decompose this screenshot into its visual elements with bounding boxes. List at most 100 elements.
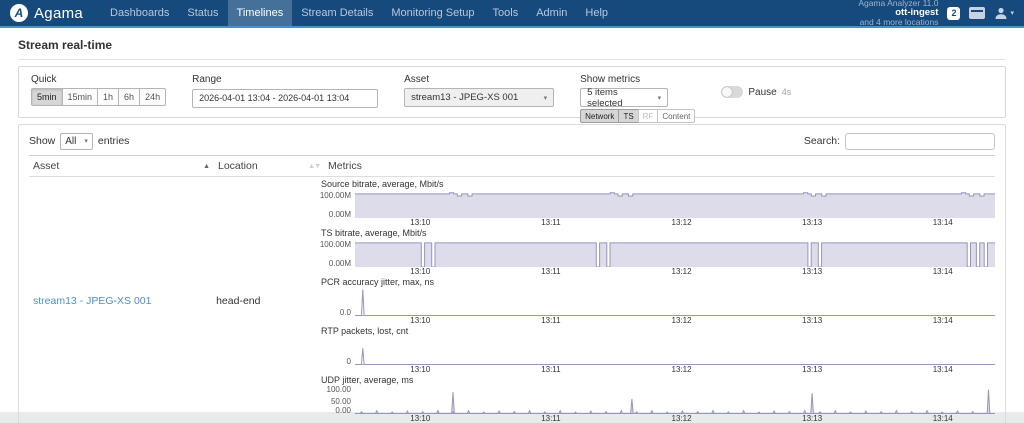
xtick-label: 13:10	[405, 218, 435, 228]
pause-toggle[interactable]	[721, 86, 743, 98]
column-header-location[interactable]: Location ▲▼	[214, 156, 324, 176]
xtick-label: 13:10	[405, 414, 435, 423]
toggle-content-button[interactable]: Content	[657, 109, 695, 123]
quick-label: Quick	[31, 74, 166, 85]
chart-plot-rtp-lost[interactable]	[355, 337, 995, 365]
chart-xaxis-source-bitrate: 13:10 13:11 13:12 13:13 13:14	[355, 218, 995, 228]
ytick-label: 0	[347, 358, 351, 366]
metrics-charts: Source bitrate, average, Mbit/s 100.00M 0.…	[321, 177, 995, 423]
pause-group: Pause 4s	[721, 86, 791, 98]
table-header: Asset ▲ Location ▲▼ Metrics	[29, 155, 995, 177]
xtick-label: 13:12	[667, 365, 697, 375]
xtick-label: 13:12	[667, 267, 697, 277]
range-label: Range	[192, 74, 378, 85]
xtick-label: 13:11	[536, 218, 566, 228]
asset-link[interactable]: stream13 - JPEG-XS 001	[33, 295, 151, 307]
chart-rtp-lost: RTP packets, lost, cnt013:1013:1113:1213…	[321, 326, 995, 375]
chart-udp-jitter: UDP jitter, average, ms100.0050.000.0013…	[321, 375, 995, 423]
chart-xaxis-ts-bitrate: 13:1013:1113:1213:1313:14	[355, 267, 995, 277]
ytick-label: 50.00	[331, 398, 351, 406]
nav-item-tools[interactable]: Tools	[484, 0, 528, 26]
xtick-label: 13:10	[405, 316, 435, 326]
nav-item-help[interactable]: Help	[576, 0, 617, 26]
asset-select[interactable]: stream13 - JPEG-XS 001 ▾	[404, 88, 554, 107]
ytick-label: 100.00M	[320, 192, 351, 200]
xtick-label: 13:14	[928, 316, 958, 326]
asset-group: Asset stream13 - JPEG-XS 001 ▾	[404, 74, 554, 107]
quick-1h-button[interactable]: 1h	[97, 88, 118, 106]
search-input[interactable]	[845, 133, 995, 150]
xtick-label: 13:13	[797, 414, 827, 423]
column-header-asset[interactable]: Asset ▲	[29, 156, 214, 176]
show-metrics-value: 5 items selected	[587, 87, 649, 109]
ytick-label: 100.00M	[320, 241, 351, 249]
metric-category-toggles: Network TS RF Content	[580, 109, 695, 123]
toggle-ts-button[interactable]: TS	[618, 109, 637, 123]
quick-15min-button[interactable]: 15min	[62, 88, 98, 106]
nav-item-stream-details[interactable]: Stream Details	[292, 0, 382, 26]
chart-source-bitrate: Source bitrate, average, Mbit/s100.00M0.…	[321, 179, 995, 228]
show-metrics-select[interactable]: 5 items selected ▾	[580, 88, 668, 107]
instance-info: Agama Analyzer 11.0 ott-ingest and 4 mor…	[858, 0, 938, 27]
nav-item-dashboards[interactable]: Dashboards	[101, 0, 178, 26]
agama-brand[interactable]: A Agama	[10, 4, 83, 22]
chart-plot-source-bitrate[interactable]	[355, 190, 995, 218]
nav-item-status[interactable]: Status	[178, 0, 227, 26]
chart-yaxis-ts-bitrate: 100.00M 0.00M	[321, 239, 355, 267]
chart-title-ts-bitrate: TS bitrate, average, Mbit/s	[321, 228, 995, 239]
chart-plot-ts-bitrate[interactable]	[355, 239, 995, 267]
quick-range-group: Quick 5min 15min 1h 6h 24h	[31, 74, 166, 106]
nav-item-admin[interactable]: Admin	[527, 0, 576, 26]
search-label: Search:	[804, 135, 840, 147]
show-entries-label: Show	[29, 135, 55, 147]
xtick-label: 13:14	[928, 267, 958, 277]
xtick-label: 13:12	[667, 218, 697, 228]
sort-both-icon: ▲▼	[308, 163, 320, 170]
range-group: Range	[192, 74, 378, 108]
xtick-label: 13:13	[797, 316, 827, 326]
user-menu[interactable]: ▾	[994, 6, 1014, 20]
quick-24h-button[interactable]: 24h	[139, 88, 166, 106]
chart-title-source-bitrate: Source bitrate, average, Mbit/s	[321, 179, 995, 190]
show-metrics-group: Show metrics 5 items selected ▾ Network …	[580, 74, 695, 123]
sort-asc-icon: ▲	[203, 163, 210, 170]
chart-yaxis-source-bitrate: 100.00M0.00M	[321, 190, 355, 218]
xtick-label: 13:10	[405, 365, 435, 375]
table-row: stream13 - JPEG-XS 001 head-end Source b…	[29, 177, 995, 423]
ytick-label: 0.0	[340, 309, 351, 317]
xtick-label: 13:11	[536, 414, 566, 423]
quick-6h-button[interactable]: 6h	[118, 88, 139, 106]
chart-pcr-jitter: PCR accuracy jitter, max, ns0.013:1013:1…	[321, 277, 995, 326]
calendar-icon[interactable]	[969, 7, 985, 19]
streams-table-panel: Show All ▾ entries Search: Asset ▲ Locat…	[18, 124, 1006, 423]
show-metrics-label: Show metrics	[580, 74, 695, 85]
xtick-label: 13:10	[405, 267, 435, 277]
chart-ts-bitrate: TS bitrate, average, Mbit/s100.00M0.00M1…	[321, 228, 995, 277]
chart-plot-pcr-jitter[interactable]	[355, 288, 995, 316]
ytick-label: 0.00M	[329, 260, 351, 268]
alarm-count-badge[interactable]: 2	[947, 7, 960, 20]
filter-panel: Quick 5min 15min 1h 6h 24h Range Asset s…	[18, 66, 1006, 118]
nav-item-timelines[interactable]: Timelines	[228, 0, 293, 26]
page-length-value: All	[65, 136, 76, 147]
chart-xaxis-udp-jitter: 13:1013:1113:1213:1313:14	[355, 414, 995, 423]
quick-5min-button[interactable]: 5min	[31, 88, 62, 106]
page-title: Stream real-time	[18, 38, 112, 52]
chevron-down-icon: ▾	[84, 137, 88, 145]
chart-title-udp-jitter: UDP jitter, average, ms	[321, 375, 995, 386]
range-input[interactable]	[192, 89, 378, 108]
toggle-rf-button[interactable]: RF	[638, 109, 658, 123]
page-length-select[interactable]: All ▾	[60, 133, 93, 150]
column-header-metrics[interactable]: Metrics	[324, 156, 995, 176]
xtick-label: 13:13	[797, 218, 827, 228]
nav-item-monitoring-setup[interactable]: Monitoring Setup	[382, 0, 483, 26]
chart-yaxis-rtp-lost: 0	[321, 337, 355, 365]
location-value: head-end	[216, 295, 260, 307]
xtick-label: 13:14	[928, 218, 958, 228]
entries-label: entries	[98, 135, 130, 147]
toggle-network-button[interactable]: Network	[580, 109, 618, 123]
brand-name: Agama	[34, 5, 83, 22]
xtick-label: 13:12	[667, 414, 697, 423]
chart-plot-udp-jitter[interactable]	[355, 386, 995, 414]
xtick-label: 13:11	[536, 365, 566, 375]
